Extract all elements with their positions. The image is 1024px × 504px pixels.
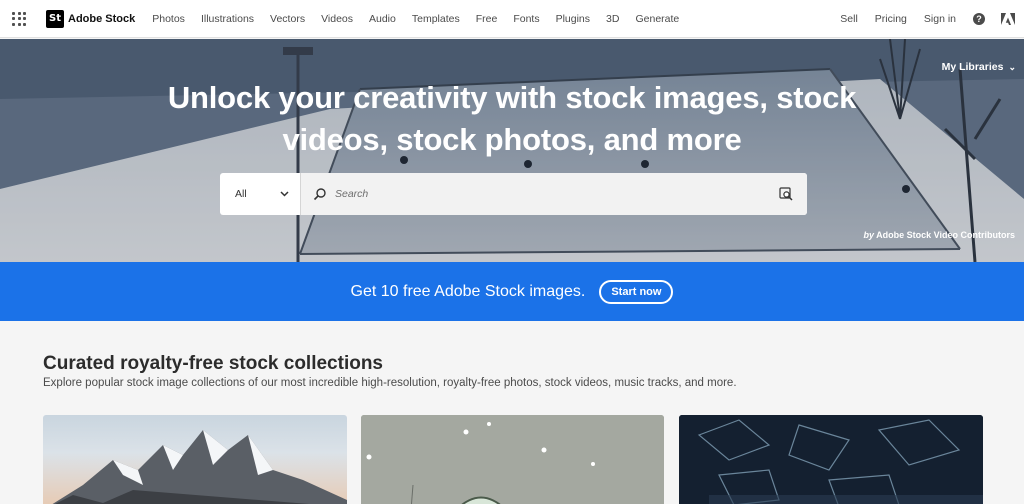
hero-title-line-1: Unlock your creativity with stock images…: [167, 80, 857, 115]
search-bar: All: [220, 173, 807, 215]
collections-title: Curated royalty-free stock collections: [43, 353, 383, 374]
hero-title: Unlock your creativity with stock images…: [0, 77, 1024, 161]
hero-title-line-2: videos, stock photos, and more: [282, 122, 742, 157]
collection-card-image: [361, 415, 664, 504]
adobe-stock-logo[interactable]: St Adobe Stock: [46, 9, 136, 28]
credit-name[interactable]: Adobe Stock Video Contributors: [876, 230, 1015, 240]
logo-badge: St: [46, 9, 64, 28]
search-type-value: All: [235, 188, 247, 200]
nav-item-generate[interactable]: Generate: [627, 13, 687, 25]
start-now-button[interactable]: Start now: [599, 279, 674, 304]
nav-item-photos[interactable]: Photos: [144, 13, 193, 25]
nav-right: Sell Pricing Sign in ?: [840, 0, 1024, 38]
chevron-down-icon: ⌄: [1008, 61, 1016, 72]
image-credit: by Adobe Stock Video Contributors: [863, 230, 1015, 240]
sell-link[interactable]: Sell: [840, 13, 858, 25]
promo-banner: Get 10 free Adobe Stock images. Start no…: [0, 262, 1024, 321]
nav-item-illustrations[interactable]: Illustrations: [193, 13, 262, 25]
credit-by: by: [863, 230, 874, 240]
search-type-dropdown[interactable]: All: [220, 173, 301, 215]
visual-search-icon[interactable]: [779, 187, 793, 201]
collection-card[interactable]: [43, 415, 347, 504]
nav-item-templates[interactable]: Templates: [404, 13, 468, 25]
promo-text: Get 10 free Adobe Stock images.: [350, 282, 586, 300]
nav-item-vectors[interactable]: Vectors: [262, 13, 313, 25]
nav-item-fonts[interactable]: Fonts: [505, 13, 547, 25]
hero-banner: My Libraries ⌄ Unlock your creativity wi…: [0, 39, 1024, 262]
nav-item-audio[interactable]: Audio: [361, 13, 404, 25]
search-icon: [313, 188, 326, 201]
help-icon[interactable]: ?: [973, 13, 985, 25]
nav-menu: Photos Illustrations Vectors Videos Audi…: [144, 13, 687, 25]
pricing-link[interactable]: Pricing: [875, 13, 907, 25]
collections-subtitle: Explore popular stock image collections …: [43, 377, 737, 389]
sign-in-link[interactable]: Sign in: [924, 13, 956, 25]
nav-item-plugins[interactable]: Plugins: [548, 13, 598, 25]
collection-card-image: [52, 430, 347, 504]
nav-item-videos[interactable]: Videos: [313, 13, 361, 25]
collection-card[interactable]: [679, 415, 983, 504]
my-libraries-label: My Libraries: [941, 61, 1004, 73]
nav-item-3d[interactable]: 3D: [598, 13, 627, 25]
my-libraries-button[interactable]: My Libraries ⌄: [942, 61, 1016, 73]
search-input[interactable]: [327, 188, 779, 200]
logo-text: Adobe Stock: [68, 12, 136, 25]
collection-card-image: [679, 415, 983, 504]
top-navigation: St Adobe Stock Photos Illustrations Vect…: [0, 0, 1024, 38]
chevron-down-icon: [280, 191, 289, 197]
nav-item-free[interactable]: Free: [468, 13, 506, 25]
adobe-icon[interactable]: [1001, 13, 1015, 25]
app-switcher-icon[interactable]: [12, 11, 26, 26]
search-input-wrap: [301, 173, 807, 215]
collection-card[interactable]: [361, 415, 664, 504]
